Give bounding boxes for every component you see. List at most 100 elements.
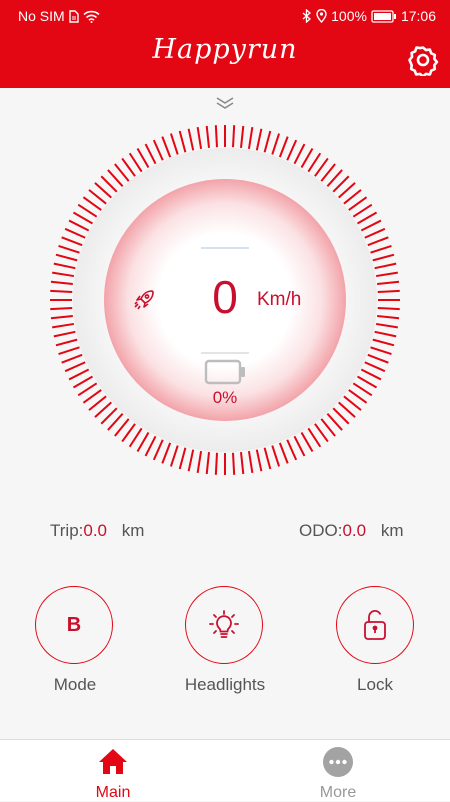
gauge-tick [367,353,389,364]
gauge-tick [372,338,395,347]
gauge-tick [51,322,75,329]
gauge-tick [232,452,236,475]
gauge-tick [300,432,314,453]
lock-label: Lock [357,675,393,694]
gauge-tick [100,407,118,425]
more-icon [322,746,354,778]
trip-unit: km [121,521,145,540]
lock-button[interactable] [336,586,414,664]
gauge-tick [375,322,399,329]
speed-unit: Km/h [257,289,302,310]
gauge-tick [144,143,157,165]
collapse-chevron-icon[interactable] [214,96,236,110]
gauge-tick [374,262,397,270]
gauge-tick [55,338,78,347]
gauge-tick [128,152,143,173]
clock-text: 17:06 [400,8,436,24]
gauge-tick [348,196,368,211]
gauge-tick [377,289,400,293]
trip-stat: Trip:0.0 km [50,521,144,541]
gauge-tick [169,445,179,467]
settings-button[interactable] [407,44,439,78]
gauge-tick [128,427,143,448]
carrier-text: No SIM [18,8,65,24]
gauge-tick [377,307,400,311]
app-header: No SIM 100% 17:06 Happyrun [0,0,450,88]
gauge-tick [314,423,329,443]
gauge-tick [326,413,343,431]
nav-more[interactable]: More [278,740,398,801]
gauge-tick [53,330,76,338]
wifi-icon [83,10,100,23]
gauge-tick [293,435,306,457]
gauge-tick [239,452,245,475]
gauge-tick [161,442,172,464]
gauge-tick [68,219,90,232]
gauge-tick [121,157,136,177]
gauge-tick [136,147,150,168]
gauge-tick [51,271,75,278]
gauge-tick [152,139,164,161]
gauge-tick [196,450,203,474]
gauge-tick [114,163,130,182]
battery-full-icon [371,9,397,23]
nav-more-label: More [319,784,357,801]
headlights-button[interactable] [185,586,263,664]
gauge-tick [332,175,350,193]
sim-icon [68,9,79,23]
trip-value: 0.0 [83,521,108,540]
gauge-tick [357,211,378,225]
status-bar: No SIM 100% 17:06 [0,0,450,32]
battery-icon [204,359,248,385]
gauge-tick [263,130,272,153]
gauge-tick [178,447,187,470]
gauge-tick [187,449,195,472]
gauge-tick [271,445,281,467]
mode-letter: B [66,613,82,636]
gauge-tick [332,407,350,425]
gauge-tick [370,244,392,254]
gauge-tick [55,253,78,262]
gauge-tick [58,346,80,356]
gauge-tick [205,452,211,475]
gear-icon [408,46,439,78]
gauge-tick [82,389,102,404]
gauge-tick [100,175,118,193]
gauge-tick [364,361,386,373]
gauge-tick [205,125,211,148]
mode-button[interactable]: B [35,586,113,664]
odo-stat: ODO:0.0 km [299,521,404,541]
gauge-tick [136,432,150,453]
headlights-label: Headlights [184,675,266,694]
gauge-tick [214,125,218,148]
gauge-tick [178,130,187,153]
gauge-tick [64,227,86,239]
mode-label: Mode [53,675,97,694]
gauge-tick [255,128,263,151]
gauge-tick [107,413,124,431]
gauge-tick [320,163,336,182]
gauge-tick [263,447,272,470]
gauge-tick [374,330,397,338]
gauge-tick [286,139,298,161]
gauge-tick [82,196,102,211]
gauge-tick [320,418,336,437]
gauge-tick [367,236,389,247]
rocket-icon [132,288,156,312]
gauge-tick [278,442,289,464]
gauge-tick [348,389,368,404]
gauge-tick [144,435,157,457]
gauge-tick [360,368,382,381]
trip-label: Trip: [50,521,84,540]
gauge-outer-band [73,148,377,452]
gauge-tick [307,427,322,448]
gauge-tick [214,452,218,475]
nav-main[interactable]: Main [53,740,173,801]
gauge-tick [72,211,93,225]
gauge-tick [72,375,93,389]
bottom-nav: Main More [0,739,450,801]
gauge-tick [364,227,386,239]
gauge-tick [343,189,362,205]
odo-label: ODO: [299,521,343,540]
app-title: Happyrun [152,34,298,65]
